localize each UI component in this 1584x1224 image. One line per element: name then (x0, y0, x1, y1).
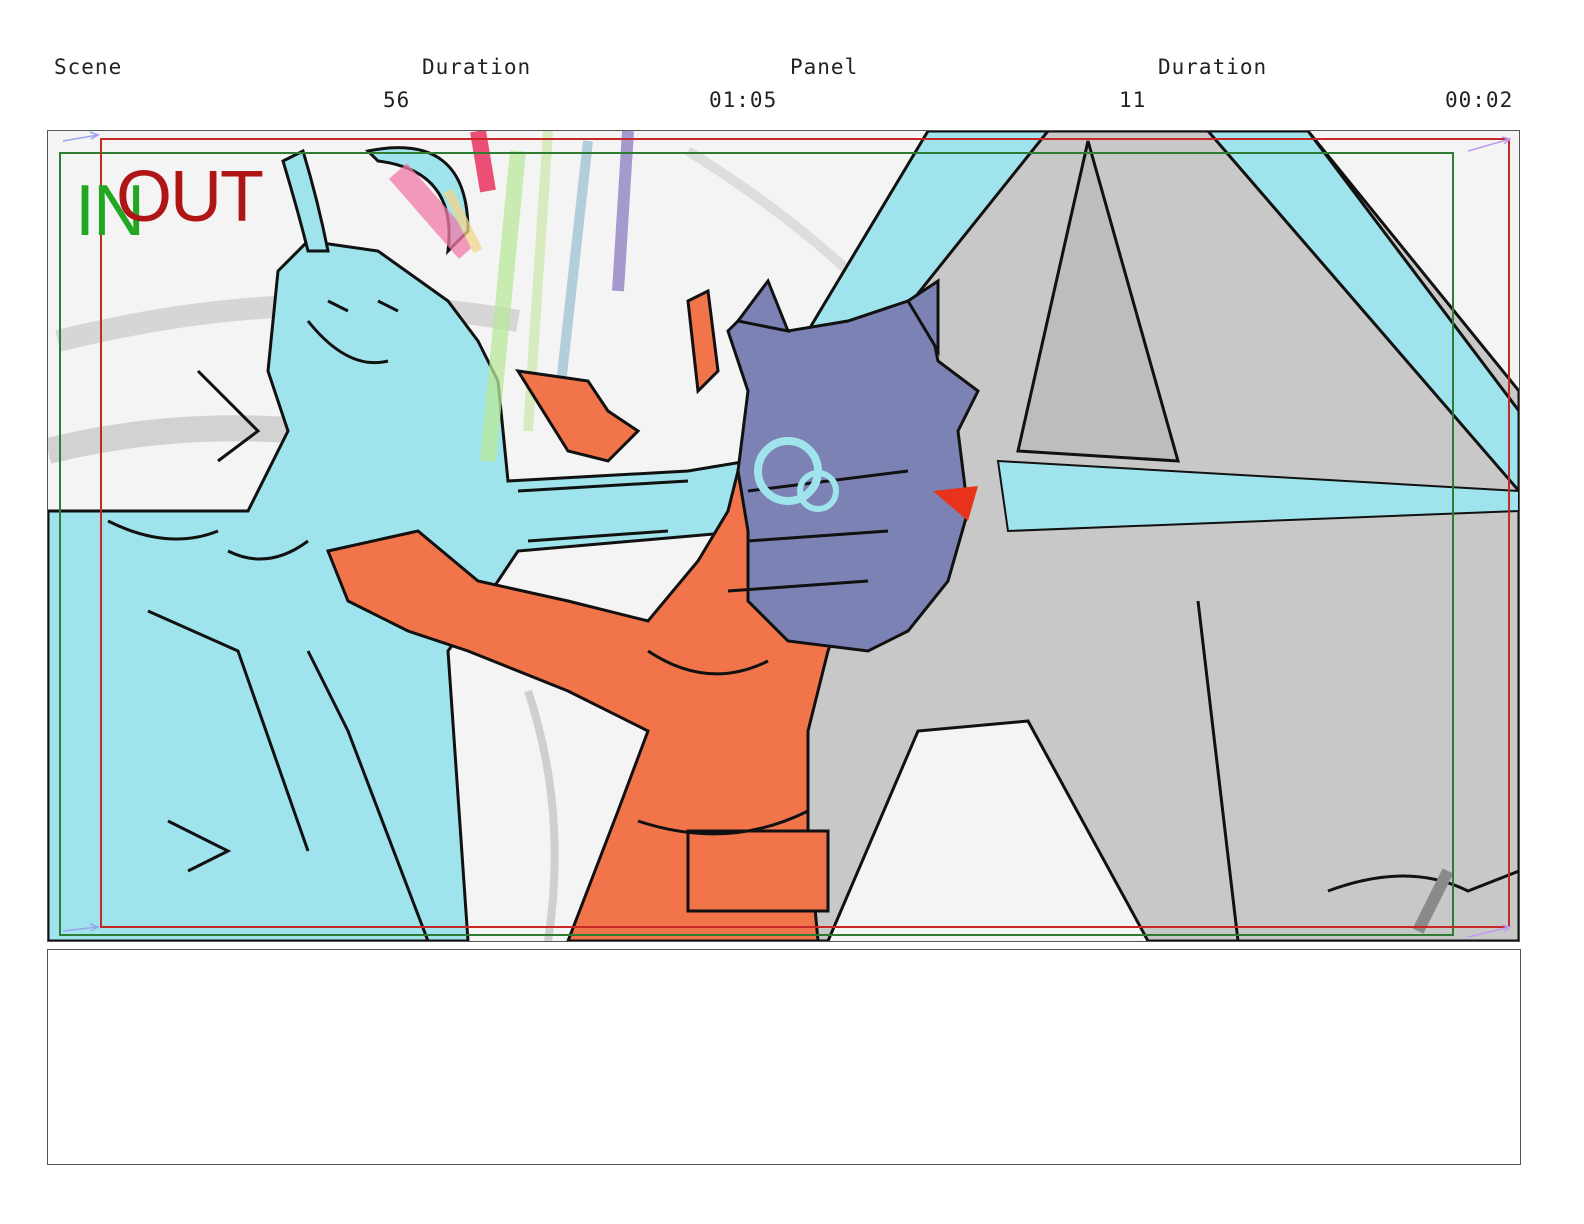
panel-duration-value: 00:02 (1445, 88, 1514, 112)
panel-duration-label: Duration (1158, 55, 1268, 79)
panel-number: 11 (1119, 88, 1147, 112)
scene-number: 56 (383, 88, 411, 112)
panel-notes-box[interactable] (47, 949, 1521, 1165)
out-tag: OUT (116, 157, 264, 237)
scene-label: Scene (54, 55, 123, 79)
scene-duration-label: Duration (422, 55, 532, 79)
panel-label: Panel (790, 55, 859, 79)
panel-artwork (48, 131, 1519, 941)
panel-notes-text (48, 950, 1520, 970)
storyboard-panel: IN OUT (47, 130, 1520, 942)
scene-duration-value: 01:05 (709, 88, 778, 112)
